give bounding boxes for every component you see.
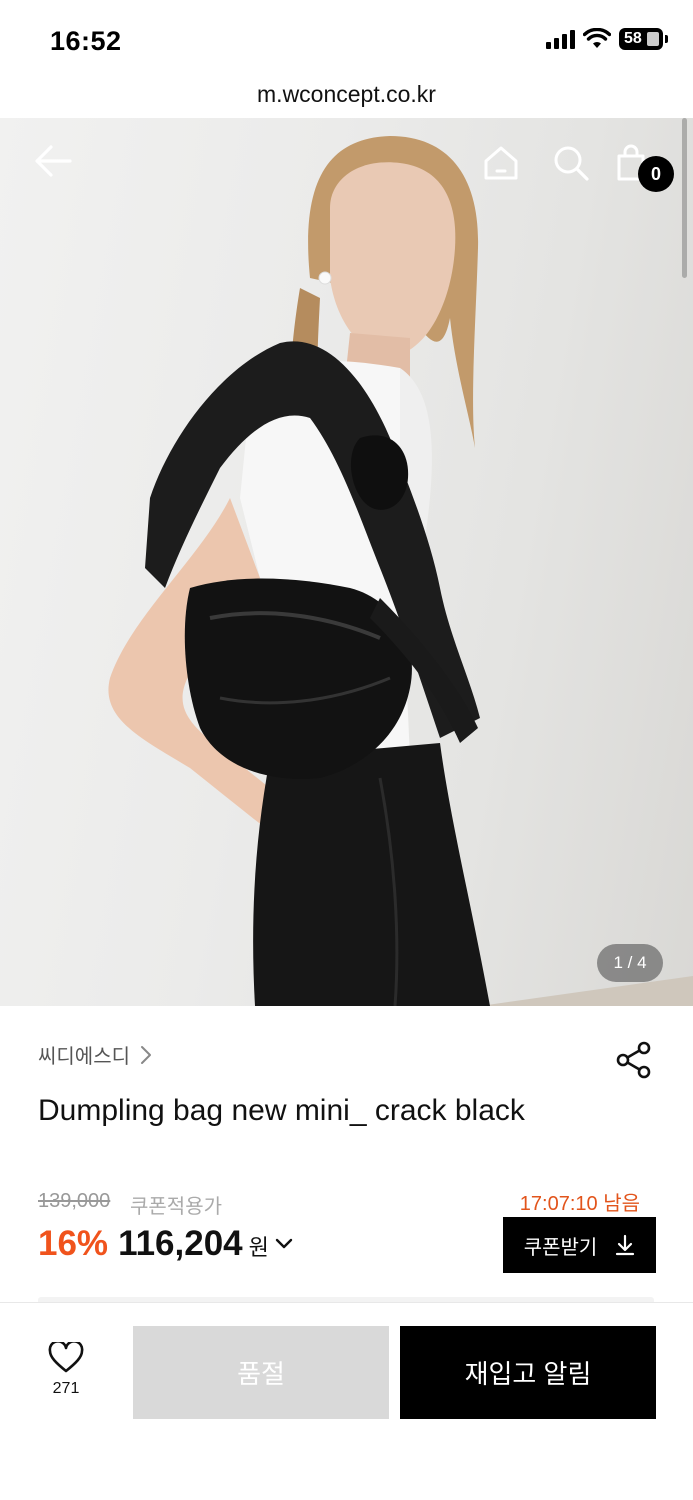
restock-alert-button[interactable]: 재입고 알림 — [400, 1326, 656, 1419]
get-coupon-button[interactable]: 쿠폰받기 — [503, 1217, 656, 1273]
share-icon — [616, 1041, 651, 1079]
wishlist-button[interactable]: 271 — [34, 1342, 98, 1412]
download-icon — [616, 1234, 635, 1256]
coupon-timer: 17:07:10 남음 — [519, 1193, 640, 1215]
product-title: Dumpling bag new mini_ crack black — [38, 1094, 525, 1127]
currency-unit: 원 — [248, 1235, 269, 1260]
sale-price: 116,204 — [118, 1224, 243, 1263]
scroll-indicator — [682, 118, 687, 278]
cart-count-badge: 0 — [638, 156, 674, 192]
hero-nav: 0 — [0, 118, 693, 218]
url-bar[interactable]: m.wconcept.co.kr — [0, 76, 693, 118]
status-time: 16:52 — [50, 26, 122, 56]
brand-name: 씨디에스디 — [38, 1046, 130, 1068]
wish-count: 271 — [52, 1380, 80, 1397]
search-button[interactable] — [552, 144, 596, 188]
discount-rate: 16% — [38, 1224, 109, 1263]
back-arrow-icon — [35, 145, 72, 177]
coupon-applied-label: 쿠폰적용가 — [130, 1196, 222, 1218]
home-button[interactable] — [482, 144, 526, 188]
product-image-carousel[interactable]: 0 1 / 4 — [0, 118, 693, 1006]
status-bar: 16:52 58 — [0, 0, 693, 76]
price-row[interactable]: 16% 116,204 원 — [38, 1224, 293, 1264]
battery-icon: 58 — [619, 28, 668, 50]
signal-icon — [546, 29, 575, 49]
product-photo — [108, 136, 693, 1006]
search-icon — [554, 146, 589, 181]
image-page-indicator: 1 / 4 — [597, 944, 663, 982]
get-coupon-label: 쿠폰받기 — [523, 1236, 598, 1259]
soldout-button: 품절 — [133, 1326, 389, 1419]
chevron-right-icon — [141, 1045, 151, 1064]
wifi-icon — [583, 28, 611, 48]
original-price: 139,000 — [38, 1190, 111, 1212]
back-button[interactable] — [34, 144, 78, 188]
home-icon — [484, 146, 518, 180]
chevron-down-icon[interactable] — [275, 1238, 293, 1250]
share-button[interactable] — [614, 1040, 654, 1080]
battery-level: 58 — [624, 30, 642, 47]
brand-link[interactable]: 씨디에스디 — [38, 1040, 152, 1069]
heart-icon — [48, 1342, 84, 1373]
status-icons: 58 — [546, 28, 668, 50]
